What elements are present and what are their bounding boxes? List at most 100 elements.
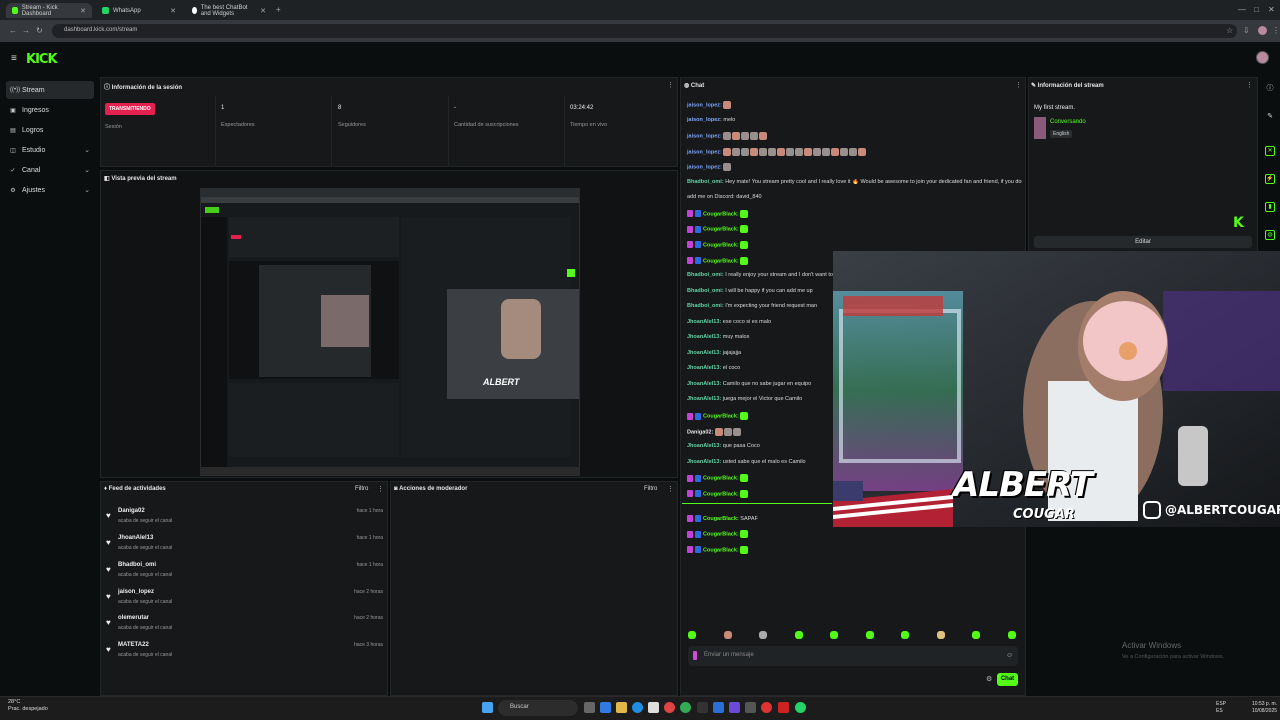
taskbar-search[interactable]: Buscar: [498, 700, 578, 716]
chat-username[interactable]: CougarBlack:: [703, 413, 739, 419]
close-icon[interactable]: ✕: [1265, 146, 1275, 156]
sidebar-item-logros[interactable]: ▤ Logros: [6, 121, 94, 139]
windows-start-icon[interactable]: [482, 702, 493, 713]
store-icon[interactable]: [648, 702, 659, 713]
chat-username[interactable]: CougarBlack:: [703, 547, 739, 553]
emote-icon[interactable]: [794, 631, 803, 639]
chat-username[interactable]: JhoanAlel13:: [687, 350, 721, 356]
whatsapp-icon[interactable]: [795, 702, 806, 713]
feed-filter-button[interactable]: Filtro: [355, 486, 368, 492]
emote-icon[interactable]: [1007, 631, 1016, 639]
emote-icon[interactable]: [759, 631, 767, 639]
pencil-icon[interactable]: ✎: [1265, 112, 1275, 122]
close-icon[interactable]: ✕: [170, 7, 176, 15]
edge-icon[interactable]: [632, 702, 643, 713]
sidebar-item-stream[interactable]: ((•)) Stream: [6, 81, 94, 99]
sidebar-item-estudio[interactable]: ◫ Estudio ⌄: [6, 141, 94, 159]
chrome-icon[interactable]: [664, 702, 675, 713]
lightning-icon[interactable]: ⚡: [1265, 174, 1275, 184]
chat-username[interactable]: CougarBlack:: [703, 516, 739, 522]
chat-username[interactable]: CougarBlack:: [703, 258, 739, 264]
language-indicator[interactable]: ESP ES: [1216, 701, 1226, 715]
kick-logo[interactable]: KICK: [26, 52, 58, 67]
kebab-menu-icon[interactable]: ⋮: [667, 81, 674, 89]
bookmark-star-icon[interactable]: ☆: [1226, 26, 1233, 35]
chat-username[interactable]: Daniga02:: [687, 429, 713, 435]
emote-icon[interactable]: [688, 631, 696, 639]
chat-username[interactable]: CougarBlack:: [703, 532, 739, 538]
emote-icon[interactable]: [936, 631, 945, 639]
sidebar-item-canal[interactable]: ✓ Canal ⌄: [6, 161, 94, 179]
maximize-icon[interactable]: □: [1254, 5, 1259, 14]
chat-username[interactable]: Bhadboi_omi:: [687, 288, 724, 294]
emote-icon[interactable]: [723, 631, 732, 639]
chat-username[interactable]: JhoanAlel13:: [687, 334, 721, 340]
tab-whatsapp[interactable]: WhatsApp ✕: [96, 3, 182, 18]
download-icon[interactable]: ⇩: [1243, 26, 1250, 35]
taskbar-clock[interactable]: 10:53 p. m. 10/08/2025: [1252, 701, 1277, 715]
chat-username[interactable]: Bhadboi_omi:: [687, 303, 724, 309]
chat-icon[interactable]: ◍: [1265, 230, 1275, 240]
new-tab-icon[interactable]: +: [276, 5, 281, 14]
chat-username[interactable]: CougarBlack:: [703, 227, 739, 233]
widgets-icon[interactable]: [600, 702, 611, 713]
url-input[interactable]: dashboard.kick.com/stream: [52, 24, 1237, 38]
app-icon[interactable]: [778, 702, 789, 713]
chat-username[interactable]: jaison_lopez:: [687, 102, 722, 108]
user-avatar[interactable]: [1256, 51, 1269, 64]
tab-kick-dashboard[interactable]: Stream - Kick Dashboard ✕: [6, 3, 92, 18]
chat-send-button[interactable]: Chat: [997, 673, 1018, 686]
chat-username[interactable]: CougarBlack:: [703, 476, 739, 482]
close-icon[interactable]: ✕: [260, 7, 266, 15]
info-icon[interactable]: ⓘ: [1265, 83, 1275, 93]
chat-username[interactable]: JhoanAlel13:: [687, 319, 721, 325]
forward-icon[interactable]: →: [22, 26, 30, 35]
chat-username[interactable]: jaison_lopez:: [687, 165, 722, 171]
sidebar-item-ajustes[interactable]: ⚙ Ajustes ⌄: [6, 181, 94, 199]
chat-username[interactable]: JhoanAlel13:: [687, 396, 721, 402]
chat-username[interactable]: jaison_lopez:: [687, 134, 722, 140]
app-icon[interactable]: [761, 702, 772, 713]
task-view-icon[interactable]: [584, 702, 595, 713]
tab-chatbot[interactable]: The best ChatBot and Widgets ✕: [186, 3, 272, 18]
app-icon[interactable]: [745, 702, 756, 713]
back-icon[interactable]: ←: [9, 26, 17, 35]
chat-username[interactable]: JhoanAlel13:: [687, 459, 721, 465]
weather-widget[interactable]: 28°C Prac. despejado: [8, 699, 48, 713]
app-icon[interactable]: [729, 702, 740, 713]
chat-username[interactable]: CougarBlack:: [703, 491, 739, 497]
hamburger-menu-icon[interactable]: ≡: [11, 53, 17, 64]
chat-username[interactable]: jaison_lopez:: [687, 149, 722, 155]
chat-message-input[interactable]: Enviar un mensaje: [688, 646, 1018, 666]
minimize-icon[interactable]: —: [1238, 5, 1246, 14]
chat-username[interactable]: CougarBlack:: [703, 242, 739, 248]
file-explorer-icon[interactable]: [616, 702, 627, 713]
reload-icon[interactable]: ↻: [36, 26, 43, 35]
kebab-menu-icon[interactable]: ⋮: [1015, 81, 1022, 89]
kebab-menu-icon[interactable]: ⋮: [667, 485, 674, 493]
chat-username[interactable]: Bhadboi_omi:: [687, 272, 724, 278]
chrome-profile-icon[interactable]: [680, 702, 691, 713]
chat-settings-icon[interactable]: ⚙: [986, 675, 992, 683]
sidebar-item-ingresos[interactable]: ▣ Ingresos: [6, 101, 94, 119]
emote-icon[interactable]: [972, 631, 980, 639]
close-window-icon[interactable]: ✕: [1268, 5, 1275, 14]
emote-icon[interactable]: [865, 631, 874, 639]
obs-icon[interactable]: [697, 702, 708, 713]
mod-filter-button[interactable]: Filtro: [644, 486, 657, 492]
category-link[interactable]: Conversando: [1050, 119, 1086, 125]
app-icon[interactable]: [713, 702, 724, 713]
chat-username[interactable]: Bhadboi_omi:: [687, 179, 724, 185]
chat-username[interactable]: CougarBlack:: [703, 211, 739, 217]
browser-menu-icon[interactable]: ⋮: [1272, 26, 1280, 35]
kebab-menu-icon[interactable]: ⋮: [1246, 81, 1253, 89]
clipboard-icon[interactable]: ▮: [1265, 202, 1275, 212]
emoji-icon[interactable]: ☺: [1006, 652, 1013, 659]
close-icon[interactable]: ✕: [80, 7, 86, 15]
chat-username[interactable]: JhoanAlel13:: [687, 381, 721, 387]
profile-icon[interactable]: [1258, 26, 1267, 35]
emote-icon[interactable]: [830, 631, 838, 639]
emote-icon[interactable]: [901, 631, 909, 639]
chat-username[interactable]: jaison_lopez:: [687, 117, 722, 123]
chat-username[interactable]: JhoanAlel13:: [687, 365, 721, 371]
